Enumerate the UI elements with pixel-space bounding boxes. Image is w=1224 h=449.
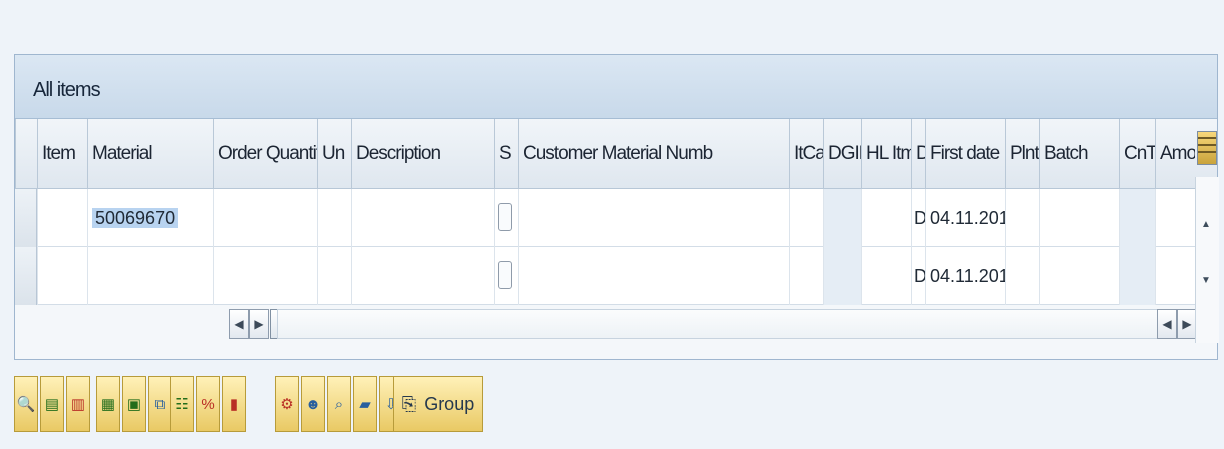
row-checkbox[interactable]	[498, 261, 512, 289]
scroll-up-icon[interactable]: ▲	[1201, 219, 1211, 230]
scroll-down-icon[interactable]: ▼	[1201, 275, 1211, 286]
order-quantity-cell[interactable]	[213, 247, 317, 305]
availability-icon[interactable]: ▮	[222, 376, 246, 432]
column-header-order-quantity[interactable]: Order Quantity	[213, 119, 317, 189]
select-all-header[interactable]	[15, 119, 37, 189]
batch-cell[interactable]	[1039, 189, 1119, 247]
row-selector[interactable]	[15, 247, 37, 305]
column-header-condition-type[interactable]: CnTy	[1119, 119, 1155, 189]
column-header-material[interactable]: Material	[87, 119, 213, 189]
description-cell[interactable]	[351, 247, 494, 305]
column-header-unit[interactable]: Un	[317, 119, 351, 189]
column-settings-icon[interactable]	[1197, 131, 1217, 165]
s-cell[interactable]	[494, 189, 518, 247]
column-header-description[interactable]: Description	[351, 119, 494, 189]
condition-type-cell	[1119, 189, 1155, 247]
column-header-plant[interactable]: Plnt	[1005, 119, 1039, 189]
itca-cell[interactable]	[789, 189, 823, 247]
scroll-right-icon[interactable]: ▶	[249, 309, 269, 339]
toolbar-group: ▦ ▣ ⧉	[96, 376, 172, 432]
item-cell[interactable]	[37, 247, 87, 305]
configure-icon[interactable]: ☷	[170, 376, 194, 432]
itca-cell[interactable]	[789, 247, 823, 305]
plant-cell[interactable]	[1005, 247, 1039, 305]
toolbar-group: ☷ % ▮	[170, 376, 246, 432]
plant-cell[interactable]	[1005, 189, 1039, 247]
first-date-cell[interactable]: 04.11.2016	[925, 189, 1005, 247]
pricing-icon[interactable]: %	[196, 376, 220, 432]
material-cell[interactable]: 50069670	[87, 189, 213, 247]
order-quantity-cell[interactable]	[213, 189, 317, 247]
unit-cell[interactable]	[317, 189, 351, 247]
customer-material-cell[interactable]	[518, 189, 789, 247]
page-right-icon[interactable]: ▶	[1177, 309, 1197, 339]
horizontal-scroll-track[interactable]	[277, 309, 1167, 339]
select-all-icon[interactable]: ▦	[96, 376, 120, 432]
s-cell[interactable]	[494, 247, 518, 305]
dgip-cell	[823, 189, 861, 247]
row-selector[interactable]	[15, 189, 37, 247]
toolbar-group: ⚙ ☻ ⌕ ▰ ⇩	[275, 376, 403, 432]
vertical-scrollbar[interactable]: ▲ ▼	[1195, 177, 1219, 343]
deselect-icon[interactable]: ▣	[122, 376, 146, 432]
unit-cell[interactable]	[317, 247, 351, 305]
toolbar-group: 🔍 ▤ ▥	[14, 376, 90, 432]
search-icon[interactable]: ⌕	[327, 376, 351, 432]
items-panel: All items Item Material Order Quantity U…	[14, 54, 1219, 360]
table-row[interactable]: D 04.11.2016	[15, 247, 1217, 305]
table-row[interactable]: 50069670 D 04.11.2016	[15, 189, 1217, 247]
item-cell[interactable]	[37, 189, 87, 247]
column-header-item[interactable]: Item	[37, 119, 87, 189]
d-cell: D	[911, 189, 925, 247]
column-header-first-date[interactable]: First date	[925, 119, 1005, 189]
condition-type-cell	[1119, 247, 1155, 305]
amount-cell[interactable]	[1155, 189, 1195, 247]
table-header-row: Item Material Order Quantity Un Descript…	[15, 119, 1217, 189]
page-left-icon[interactable]: ◀	[1157, 309, 1177, 339]
column-header-itca[interactable]: ItCa	[789, 119, 823, 189]
items-title: All items	[33, 79, 101, 101]
column-header-hl-item[interactable]: HL Itm	[861, 119, 911, 189]
settings-icon[interactable]: ⚙	[275, 376, 299, 432]
copy-icon[interactable]: ⧉	[148, 376, 172, 432]
column-header-d[interactable]: D	[911, 119, 925, 189]
amount-cell[interactable]	[1155, 247, 1195, 305]
delete-row-icon[interactable]: ▥	[66, 376, 90, 432]
material-cell[interactable]	[87, 247, 213, 305]
column-header-dgip[interactable]: DGIP	[823, 119, 861, 189]
column-header-customer-material-number[interactable]: Customer Material Numb	[518, 119, 789, 189]
material-value[interactable]: 50069670	[92, 208, 179, 228]
group-button[interactable]: ⎘ Group	[393, 376, 483, 432]
row-checkbox[interactable]	[498, 203, 512, 231]
column-header-amount[interactable]: Amou	[1155, 119, 1195, 189]
column-header-s[interactable]: S	[494, 119, 518, 189]
dgip-cell	[823, 247, 861, 305]
details-icon[interactable]: 🔍	[14, 376, 38, 432]
hl-item-cell[interactable]	[861, 247, 911, 305]
d-cell: D	[911, 247, 925, 305]
customer-material-cell[interactable]	[518, 247, 789, 305]
batch-cell[interactable]	[1039, 247, 1119, 305]
scroll-left-icon[interactable]: ◀	[229, 309, 249, 339]
hl-item-cell[interactable]	[861, 189, 911, 247]
person-icon[interactable]: ☻	[301, 376, 325, 432]
group-icon: ⎘	[401, 393, 417, 414]
first-date-cell[interactable]: 04.11.2016	[925, 247, 1005, 305]
items-title-bar: All items	[15, 55, 1217, 119]
column-header-batch[interactable]: Batch	[1039, 119, 1119, 189]
description-cell[interactable]	[351, 189, 494, 247]
folder-icon[interactable]: ▰	[353, 376, 377, 432]
insert-row-icon[interactable]: ▤	[40, 376, 64, 432]
group-button-label: Group	[424, 393, 475, 414]
